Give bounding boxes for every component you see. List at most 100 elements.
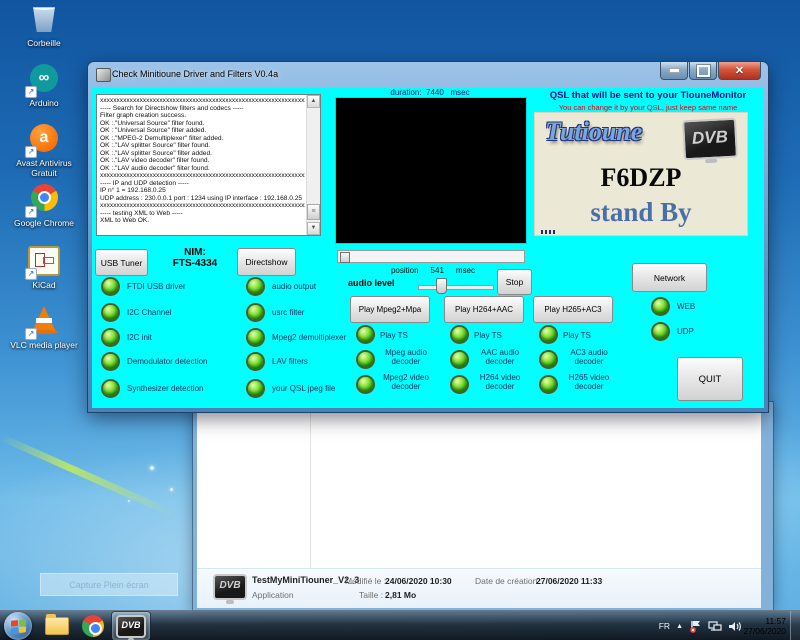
aac-audio-decoder-led [452,352,467,367]
desktop-icon-label: KiCad [4,280,84,290]
position-value: 541 [431,266,444,275]
web-led [653,299,668,314]
taskbar-dvb-app-button[interactable]: DVB [112,612,150,640]
taskbar: DVB FR ▲ 11:57 27/06/2020 [0,610,800,640]
udp-led [653,324,668,339]
shortcut-arrow-icon: ↗ [25,268,37,280]
explorer-window: DVB TestMyMiniTiouner_V2_3 Modifié le : … [193,402,773,610]
taskbar-clock[interactable]: 11:57 27/06/2020 [743,616,786,636]
desktop-icon-arduino[interactable]: ∞↗ Arduino [4,64,84,108]
explorer-details-pane: DVB TestMyMiniTiouner_V2_3 Modifié le : … [197,568,761,608]
stop-button[interactable]: Stop [497,269,532,295]
size-value: 2,81 Mo [385,590,416,600]
desktop-icon-chrome[interactable]: ↗ Google Chrome [4,184,84,228]
desktop-icon-label: VLC media player [4,340,84,350]
play-mpeg2-button[interactable]: Play Mpeg2+Mpa [350,296,430,323]
led-label: I2C init [127,333,152,342]
shortcut-arrow-icon: ↗ [25,86,37,98]
ftdi-usb-driver-led [103,279,118,294]
play-section-mpeg2: Play Mpeg2+Mpa Play TS Mpeg audio decode… [350,296,440,400]
log-line: ----- IP and UDP detection ----- [100,180,305,188]
led-label: Mpeg audio decoder [374,348,438,366]
position-slider-thumb[interactable] [340,252,350,263]
desktop-icon-kicad[interactable]: ↗ KiCad [4,246,84,290]
taskbar-chrome-button[interactable] [76,612,110,640]
capture-overlay: Capture Plein écran [40,573,178,596]
synthesizer-detection-led [103,381,118,396]
volume-tray-icon[interactable] [728,620,742,633]
position-slider[interactable] [337,250,525,263]
led-label: Mpeg2 video decoder [374,373,438,391]
led-label: AC3 audio decoder [557,348,621,366]
log-line: xxxxxxxxxxxxxxxxxxxxxxxxxxxxxxxxxxxxxxxx… [100,202,305,210]
audio-level-slider[interactable] [418,285,494,290]
position-unit: msec [456,266,475,275]
wallpaper-sparkle [170,488,173,491]
i2c-init-led [103,330,118,345]
scroll-up-icon[interactable]: ▲ [307,95,320,108]
file-type: Application [252,590,294,600]
log-line: OK :."LAV video decoder" filter found. [100,157,305,165]
duration-value: 7440 [426,88,444,97]
tutioune-logo: Tutioune [545,117,642,147]
log-line: Filter graph creation success. [100,112,305,120]
usb-tuner-button[interactable]: USB Tuner [95,249,148,276]
scrollbar-thumb[interactable]: ≡ [307,204,320,220]
tray-expand-icon[interactable]: ▲ [676,623,683,630]
taskbar-explorer-button[interactable] [40,612,74,640]
desktop-icon-label: Google Chrome [4,218,84,228]
close-button[interactable]: ✕ [718,62,761,80]
maximize-button[interactable] [689,62,717,80]
audio-output-led [248,279,263,294]
led-label: H264 video decoder [468,373,532,391]
show-desktop-button[interactable] [790,611,800,640]
language-indicator[interactable]: FR [659,621,670,631]
quit-button[interactable]: QUIT [677,357,743,401]
desktop-icon-recycle-bin[interactable]: Corbeille [4,4,84,48]
desktop-icon-avast[interactable]: a↗ Avast Antivirus Gratuit [4,124,84,178]
windows-logo-icon [11,619,26,634]
led-label: Play TS [474,331,502,340]
led-label: UDP [677,327,694,336]
play-h264-button[interactable]: Play H264+AAC [444,296,524,323]
position-label: position [391,266,419,275]
start-button[interactable] [4,612,32,640]
nim-value: FTS-4334 [154,258,236,269]
scroll-down-icon[interactable]: ▼ [307,222,320,235]
log-line: OK : "Universal Source" filter added. [100,127,305,135]
h265-video-decoder-led [541,377,556,392]
qsl-subheading: You can change it by your QSL, just keep… [530,103,764,112]
directshow-button[interactable]: Directshow [237,248,296,276]
desktop-icon-label: Arduino [4,98,84,108]
network-button[interactable]: Network [632,263,707,292]
shortcut-arrow-icon: ↗ [25,206,37,218]
audio-level-label: audio level [348,278,395,288]
desktop-icon-vlc[interactable]: ↗ VLC media player [4,306,84,350]
audio-level-thumb[interactable] [436,278,447,294]
minimize-button[interactable] [660,62,688,80]
play-ts-led [358,327,373,342]
duration-label: duration: [390,88,421,97]
log-scrollbar[interactable]: ▲ ≡ ▼ [306,95,320,235]
desktop: Corbeille ∞↗ Arduino a↗ Avast Antivirus … [0,0,800,640]
mpeg-audio-decoder-led [358,352,373,367]
led-label: H265 video decoder [557,373,621,391]
h264-video-decoder-led [452,377,467,392]
window-title: Check Minitioune Driver and Filters V0.4… [112,69,278,79]
play-ts-led [541,327,556,342]
titlebar[interactable]: Check Minitioune Driver and Filters V0.4… [88,62,768,88]
qsl-status: stand By [535,197,747,228]
log-textbox[interactable]: xxxxxxxxxxxxxxxxxxxxxxxxxxxxxxxxxxxxxxxx… [96,94,321,236]
play-h265-button[interactable]: Play H265+AC3 [533,296,613,323]
log-line: UDP address : 230.0.0.1 port : 1234 usin… [100,195,305,203]
desktop-icon-label: Avast Antivirus Gratuit [4,158,84,178]
led-label: Synthesizer detection [127,384,204,393]
close-icon: ✕ [735,66,744,76]
network-tray-icon[interactable] [708,620,722,633]
log-line: XML to Web OK. [100,217,305,225]
led-label: Mpeg2 demultiplexer [272,333,346,342]
action-center-flag-icon[interactable] [689,620,702,633]
modified-label: Modifié le : [345,576,386,586]
dvb-app-icon: DVB [116,615,146,638]
created-value: 27/06/2020 11:33 [536,576,602,586]
